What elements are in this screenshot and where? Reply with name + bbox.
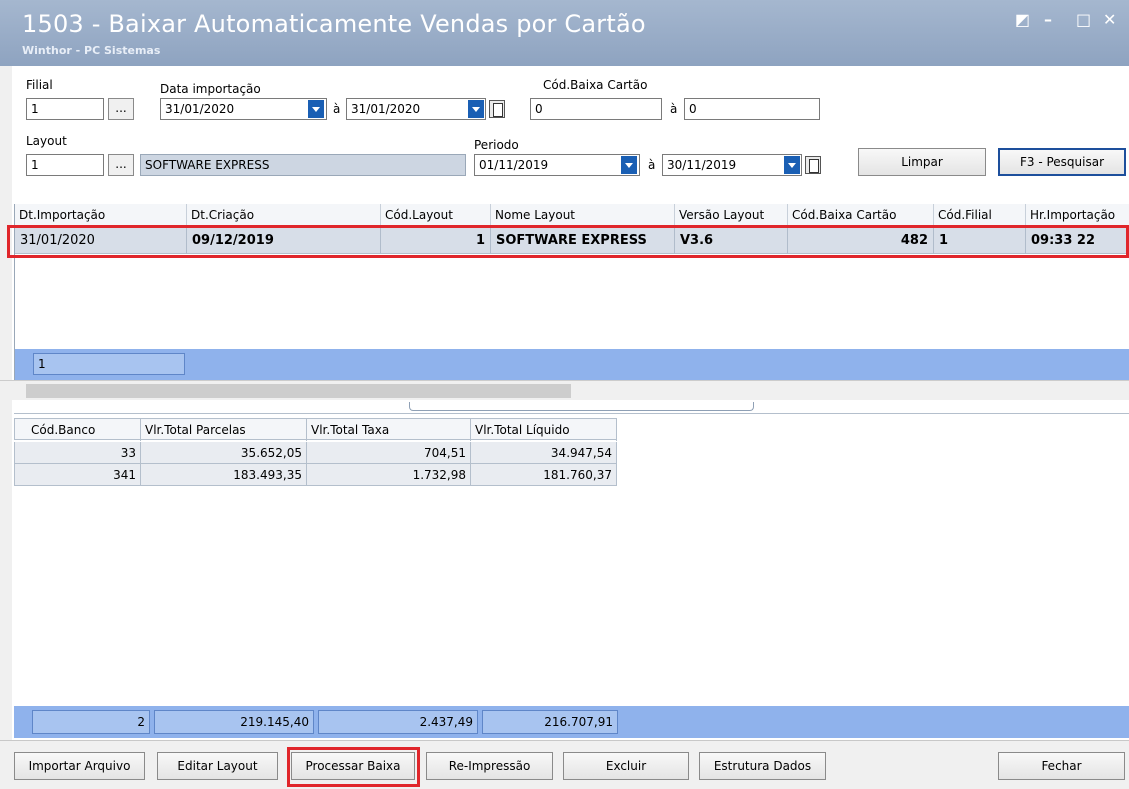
bank-totals-header: Cód.Banco Vlr.Total Parcelas Vlr.Total T… <box>14 418 617 441</box>
cell-vlr-total-taxa[interactable]: 704,51 <box>307 442 471 464</box>
calendar-icon[interactable] <box>489 100 505 118</box>
layout-label: Layout <box>26 134 67 148</box>
col-dt-importacao[interactable]: Dt.Importação <box>15 204 187 225</box>
data-importacao-sep: à <box>333 102 341 116</box>
col-nome-layout[interactable]: Nome Layout <box>491 204 675 225</box>
selected-row-highlight <box>7 225 1129 258</box>
estrutura-dados-button[interactable]: Estrutura Dados <box>699 752 826 780</box>
filial-input[interactable]: 1 <box>26 98 104 120</box>
title-bar: 1503 - Baixar Automaticamente Vendas por… <box>0 0 1129 66</box>
restore-icon[interactable]: ◩ <box>1015 10 1030 29</box>
data-importacao-label: Data importação <box>160 82 261 96</box>
footer-total-parcelas: 219.145,40 <box>154 710 314 734</box>
filial-label: Filial <box>26 78 53 92</box>
data-importacao-from[interactable]: 31/01/2020 <box>160 98 327 120</box>
layout-input[interactable]: 1 <box>26 154 104 176</box>
footer-total-liquido: 216.707,91 <box>482 710 618 734</box>
processar-baixa-highlight <box>287 747 420 787</box>
col-versao-layout[interactable]: Versão Layout <box>675 204 788 225</box>
cell-vlr-total-taxa[interactable]: 1.732,98 <box>307 464 471 486</box>
footer-total-taxa: 2.437,49 <box>318 710 478 734</box>
filial-lookup-button[interactable]: ... <box>108 98 134 120</box>
data-importacao-from-dropdown-icon[interactable] <box>308 100 324 118</box>
cell-vlr-total-liquido[interactable]: 181.760,37 <box>471 464 617 486</box>
close-icon[interactable]: ✕ <box>1103 10 1116 29</box>
data-importacao-to-dropdown-icon[interactable] <box>468 100 484 118</box>
table-row[interactable]: 341 183.493,35 1.732,98 181.760,37 <box>14 464 617 486</box>
col-vlr-total-taxa[interactable]: Vlr.Total Taxa <box>307 419 471 441</box>
import-grid-footer: 1 <box>15 349 1129 380</box>
minimize-icon[interactable]: – <box>1044 10 1052 29</box>
periodo-to[interactable]: 30/11/2019 <box>662 154 802 176</box>
col-cod-baixa-cartao[interactable]: Cód.Baixa Cartão <box>788 204 934 225</box>
table-row[interactable]: 33 35.652,05 704,51 34.947,54 <box>14 442 617 464</box>
scrollbar-thumb[interactable] <box>26 384 571 398</box>
cell-cod-banco[interactable]: 341 <box>15 464 141 486</box>
reimpressao-button[interactable]: Re-Impressão <box>426 752 553 780</box>
window-subtitle: Winthor - PC Sistemas <box>22 44 161 57</box>
import-count: 1 <box>33 353 185 375</box>
cell-vlr-total-parcelas[interactable]: 35.652,05 <box>141 442 307 464</box>
bank-totals-footer: 2 219.145,40 2.437,49 216.707,91 <box>14 706 1129 738</box>
layout-lookup-button[interactable]: ... <box>108 154 134 176</box>
panel-splitter[interactable] <box>14 402 1129 414</box>
left-edge <box>0 66 12 789</box>
data-importacao-to[interactable]: 31/01/2020 <box>346 98 486 120</box>
col-cod-layout[interactable]: Cód.Layout <box>381 204 491 225</box>
fechar-button[interactable]: Fechar <box>998 752 1125 780</box>
col-cod-filial[interactable]: Cód.Filial <box>934 204 1026 225</box>
cell-vlr-total-parcelas[interactable]: 183.493,35 <box>141 464 307 486</box>
periodo-label: Periodo <box>474 138 519 152</box>
layout-name-field: SOFTWARE EXPRESS <box>140 154 466 176</box>
footer-count: 2 <box>32 710 150 734</box>
importar-arquivo-button[interactable]: Importar Arquivo <box>14 752 145 780</box>
periodo-from-dropdown-icon[interactable] <box>621 156 637 174</box>
editar-layout-button[interactable]: Editar Layout <box>157 752 278 780</box>
periodo-calendar-icon[interactable] <box>805 156 821 174</box>
col-cod-banco[interactable]: Cód.Banco <box>15 419 141 441</box>
cod-baixa-sep: à <box>670 102 678 116</box>
cod-baixa-to[interactable]: 0 <box>684 98 820 120</box>
cell-cod-banco[interactable]: 33 <box>15 442 141 464</box>
limpar-button[interactable]: Limpar <box>858 148 986 176</box>
excluir-button[interactable]: Excluir <box>563 752 689 780</box>
periodo-sep: à <box>648 158 656 172</box>
col-dt-criacao[interactable]: Dt.Criação <box>187 204 381 225</box>
cod-baixa-from[interactable]: 0 <box>530 98 662 120</box>
cod-baixa-label: Cód.Baixa Cartão <box>543 78 648 92</box>
splitter-grip-icon[interactable] <box>409 402 754 411</box>
cell-vlr-total-liquido[interactable]: 34.947,54 <box>471 442 617 464</box>
col-vlr-total-parcelas[interactable]: Vlr.Total Parcelas <box>141 419 307 441</box>
col-hr-importacao[interactable]: Hr.Importação <box>1026 204 1129 225</box>
maximize-icon[interactable]: □ <box>1076 10 1091 29</box>
pesquisar-button[interactable]: F3 - Pesquisar <box>998 148 1126 176</box>
periodo-from[interactable]: 01/11/2019 <box>474 154 640 176</box>
window-title: 1503 - Baixar Automaticamente Vendas por… <box>22 10 646 38</box>
col-vlr-total-liquido[interactable]: Vlr.Total Líquido <box>471 419 617 441</box>
periodo-to-dropdown-icon[interactable] <box>784 156 800 174</box>
import-grid-header: Dt.Importação Dt.Criação Cód.Layout Nome… <box>15 204 1129 226</box>
horizontal-scrollbar[interactable] <box>0 380 1129 400</box>
